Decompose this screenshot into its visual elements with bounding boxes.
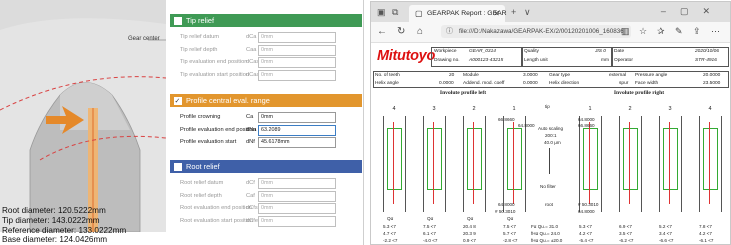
- tip-relief-depth-field[interactable]: 0mm: [258, 44, 336, 56]
- new-tab-icon[interactable]: +: [511, 7, 516, 17]
- tip-relief-section: Tip relief Tip relief datum dCa 0mm Tip re…: [170, 14, 362, 81]
- tip-eval-start-label: Tip evaluation start position: [180, 71, 250, 78]
- profile-chart: [423, 116, 446, 212]
- root-relief-datum-field[interactable]: 0mm: [258, 178, 336, 189]
- tab-history-icon[interactable]: ⧉: [392, 7, 398, 18]
- tip-relief-datum-field[interactable]: 0mm: [258, 32, 336, 43]
- workpiece-value: GEAR_0314: [469, 49, 496, 54]
- address-bar-row: ← ↻ ⌂ ⓘ file:///D:/Nakazawa/GEARPAK-EX/2…: [371, 22, 730, 43]
- profile-central-checkbox[interactable]: [174, 95, 182, 108]
- mitutoyo-logo: Mitutoyo: [377, 48, 436, 64]
- tip-diameter: Tip diameter: 143.0222mm: [2, 215, 100, 225]
- diameter-summary: Root diameter: 120.5222mm Tip diameter: …: [2, 206, 126, 245]
- maximize-icon[interactable]: ▢: [680, 6, 703, 16]
- reference-diameter: Reference diameter: 133.0222mm: [2, 225, 127, 235]
- gear-center-label: Gear center: [128, 36, 160, 42]
- address-bar[interactable]: ⓘ file:///D:/Nakazawa/GEARPAK-EX/2/00120…: [441, 25, 631, 38]
- profile-central-section: Profile central eval. range Profile crow…: [170, 94, 362, 149]
- close-tab-icon[interactable]: ✕: [493, 5, 500, 22]
- profile-chart: [503, 116, 526, 212]
- pen-icon[interactable]: ✎: [675, 26, 683, 37]
- root-relief-datum-label: Root relief datum: [180, 180, 224, 186]
- share-icon[interactable]: ⇪: [693, 26, 701, 37]
- left-tooth-1: 1: [512, 106, 516, 112]
- left-tooth-4: 4: [392, 106, 396, 112]
- site-info-icon[interactable]: ⓘ: [446, 25, 453, 38]
- active-tab[interactable]: ▢ GEARPAK Report : GEAR ✕: [409, 5, 507, 22]
- browser-tab-bar: ▣ ⧉ ▢ GEARPAK Report : GEAR ✕ + ∨ –▢✕: [371, 2, 730, 22]
- right-tooth-3: 3: [668, 106, 672, 112]
- right-tooth-1: 1: [588, 106, 592, 112]
- tip-relief-datum-label: Tip relief datum: [180, 34, 219, 40]
- profile-chart: [383, 116, 406, 212]
- root-eval-end-field[interactable]: 0mm: [258, 203, 336, 214]
- root-diameter: Root diameter: 120.5222mm: [2, 206, 106, 215]
- profile-eval-start-label: Profile evaluation start: [180, 139, 237, 145]
- profile-eval-start-field[interactable]: 45.6178mm: [258, 137, 336, 148]
- tip-relief-checkbox[interactable]: [174, 17, 182, 25]
- url-text: file:///D:/Nakazawa/GEARPAK-EX/2/0012020…: [459, 28, 624, 35]
- gear-tooth-illustration: [0, 0, 166, 232]
- window-controls[interactable]: –▢✕: [661, 6, 724, 17]
- favorites-icon[interactable]: ✰: [657, 26, 665, 37]
- profile-chart: [659, 116, 682, 212]
- refresh-icon[interactable]: ↻: [397, 26, 405, 37]
- profile-settings-panel: Gear center Root diameter: 120.5222mm Ti…: [0, 0, 364, 245]
- close-window-icon[interactable]: ✕: [702, 6, 724, 16]
- profile-crowning-field[interactable]: 0mm: [258, 112, 336, 123]
- root-eval-start-label: Root evaluation start position: [180, 217, 254, 224]
- profile-chart: [579, 116, 602, 212]
- minimize-icon[interactable]: –: [661, 6, 680, 16]
- tab-actions-icon[interactable]: ▣: [377, 7, 386, 18]
- root-relief-section: Root relief Root relief datum dCf 0mm Root…: [170, 160, 362, 227]
- operator-value: STR-4916: [695, 58, 717, 63]
- left-profile-title: Involute profile left: [439, 90, 487, 96]
- drawing-no-value: A000123-43215: [469, 58, 504, 63]
- left-tooth-3: 3: [432, 106, 436, 112]
- right-tooth-4: 4: [708, 106, 712, 112]
- tip-relief-header[interactable]: Tip relief: [170, 14, 362, 27]
- root-relief-checkbox[interactable]: [174, 163, 182, 171]
- profile-crowning-label: Profile crowning: [180, 114, 221, 120]
- more-icon[interactable]: ⋯: [711, 26, 720, 37]
- profile-eval-end-label: Profile evaluation end position: [180, 126, 256, 133]
- root-relief-depth-field[interactable]: 0mm: [258, 190, 336, 202]
- profile-chart: [699, 116, 722, 212]
- profile-central-header[interactable]: Profile central eval. range: [170, 94, 362, 108]
- left-tooth-2: 2: [472, 106, 476, 112]
- home-icon[interactable]: ⌂: [417, 26, 423, 37]
- root-eval-end-label: Root evaluation end position: [180, 205, 252, 211]
- root-relief-depth-label: Root relief depth: [180, 192, 222, 199]
- profile-chart: [463, 116, 486, 212]
- length-unit-value: mm: [601, 58, 609, 63]
- browser-window: ▣ ⧉ ▢ GEARPAK Report : GEAR ✕ + ∨ –▢✕ ← …: [370, 1, 731, 245]
- tip-relief-depth-label: Tip relief depth: [180, 46, 218, 53]
- tip-eval-end-field[interactable]: 0mm: [258, 57, 336, 68]
- page-icon: ▢: [415, 9, 423, 18]
- tab-list-icon[interactable]: ∨: [524, 7, 531, 18]
- tip-eval-start-field[interactable]: 0mm: [258, 69, 336, 81]
- quality-value: JIS 0: [595, 49, 606, 54]
- right-profile-title: Involute profile right: [613, 90, 665, 96]
- root-relief-header[interactable]: Root relief: [170, 160, 362, 173]
- base-diameter: Base diameter: 124.0426mm: [2, 235, 108, 245]
- back-icon[interactable]: ←: [377, 26, 387, 37]
- tip-eval-end-label: Tip evaluation end position: [180, 59, 248, 65]
- right-tooth-2: 2: [628, 106, 632, 112]
- scale-bar: [549, 148, 550, 174]
- reading-view-icon[interactable]: ▥: [621, 26, 630, 37]
- profile-eval-end-field[interactable]: 63.2089: [258, 124, 336, 136]
- gearpak-report: Mitutoyo Workpiece GEAR_0314 Drawing no.…: [373, 44, 729, 244]
- profile-chart: [619, 116, 642, 212]
- root-eval-start-field[interactable]: 0mm: [258, 215, 336, 227]
- date-value: 2020/10/06: [695, 49, 720, 54]
- favorite-star-icon[interactable]: ☆: [639, 26, 647, 37]
